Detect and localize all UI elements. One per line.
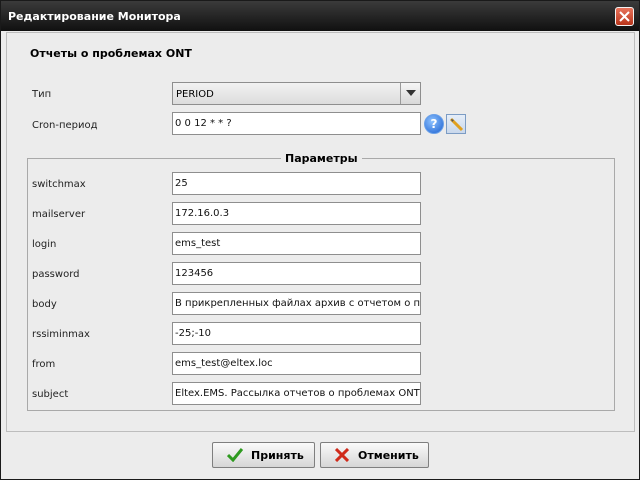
params-legend: Параметры [281,152,362,165]
param-label: subject [32,389,69,400]
param-label: rssiminmax [32,329,90,340]
type-select-value: PERIOD [176,89,214,100]
cross-icon [335,448,349,462]
cron-input[interactable]: 0 0 12 * * ? [172,112,421,135]
cron-label: Cron-период [32,120,98,131]
login-input[interactable]: ems_test [172,232,421,255]
checkmark-icon [227,448,243,462]
accept-button[interactable]: Принять [212,442,315,468]
chevron-down-icon [406,90,416,96]
password-input[interactable]: 123456 [172,262,421,285]
param-label: from [32,359,56,370]
close-button[interactable] [615,7,634,26]
subject-input[interactable]: Eltex.EMS. Рассылка отчетов о проблемах … [172,382,421,405]
window-title: Редактирование Монитора [8,10,181,23]
close-icon [619,11,630,22]
param-label: body [32,299,57,310]
type-select-toggle[interactable] [400,83,420,104]
type-select[interactable]: PERIOD [172,82,421,105]
accept-button-label: Принять [251,449,304,462]
section-title: Отчеты о проблемах ONT [30,47,192,60]
switchmax-input[interactable]: 25 [172,172,421,195]
pencil-icon [449,117,464,132]
edit-cron-button[interactable] [446,114,466,134]
titlebar[interactable]: Редактирование Монитора [1,1,639,31]
param-label: switchmax [32,179,86,190]
cancel-button-label: Отменить [358,449,419,462]
body-input[interactable]: В прикрепленных файлах архив с отчетом о… [172,292,421,315]
from-input[interactable]: ems_test@eltex.loc [172,352,421,375]
rssiminmax-input[interactable]: -25;-10 [172,322,421,345]
cancel-button[interactable]: Отменить [320,442,429,468]
monitor-edit-dialog: Редактирование Монитора Отчеты о проблем… [0,0,640,480]
help-icon[interactable]: ? [424,114,444,134]
param-label: login [32,239,57,250]
mailserver-input[interactable]: 172.16.0.3 [172,202,421,225]
param-label: password [32,269,80,280]
type-label: Тип [32,89,52,100]
param-label: mailserver [32,209,86,220]
